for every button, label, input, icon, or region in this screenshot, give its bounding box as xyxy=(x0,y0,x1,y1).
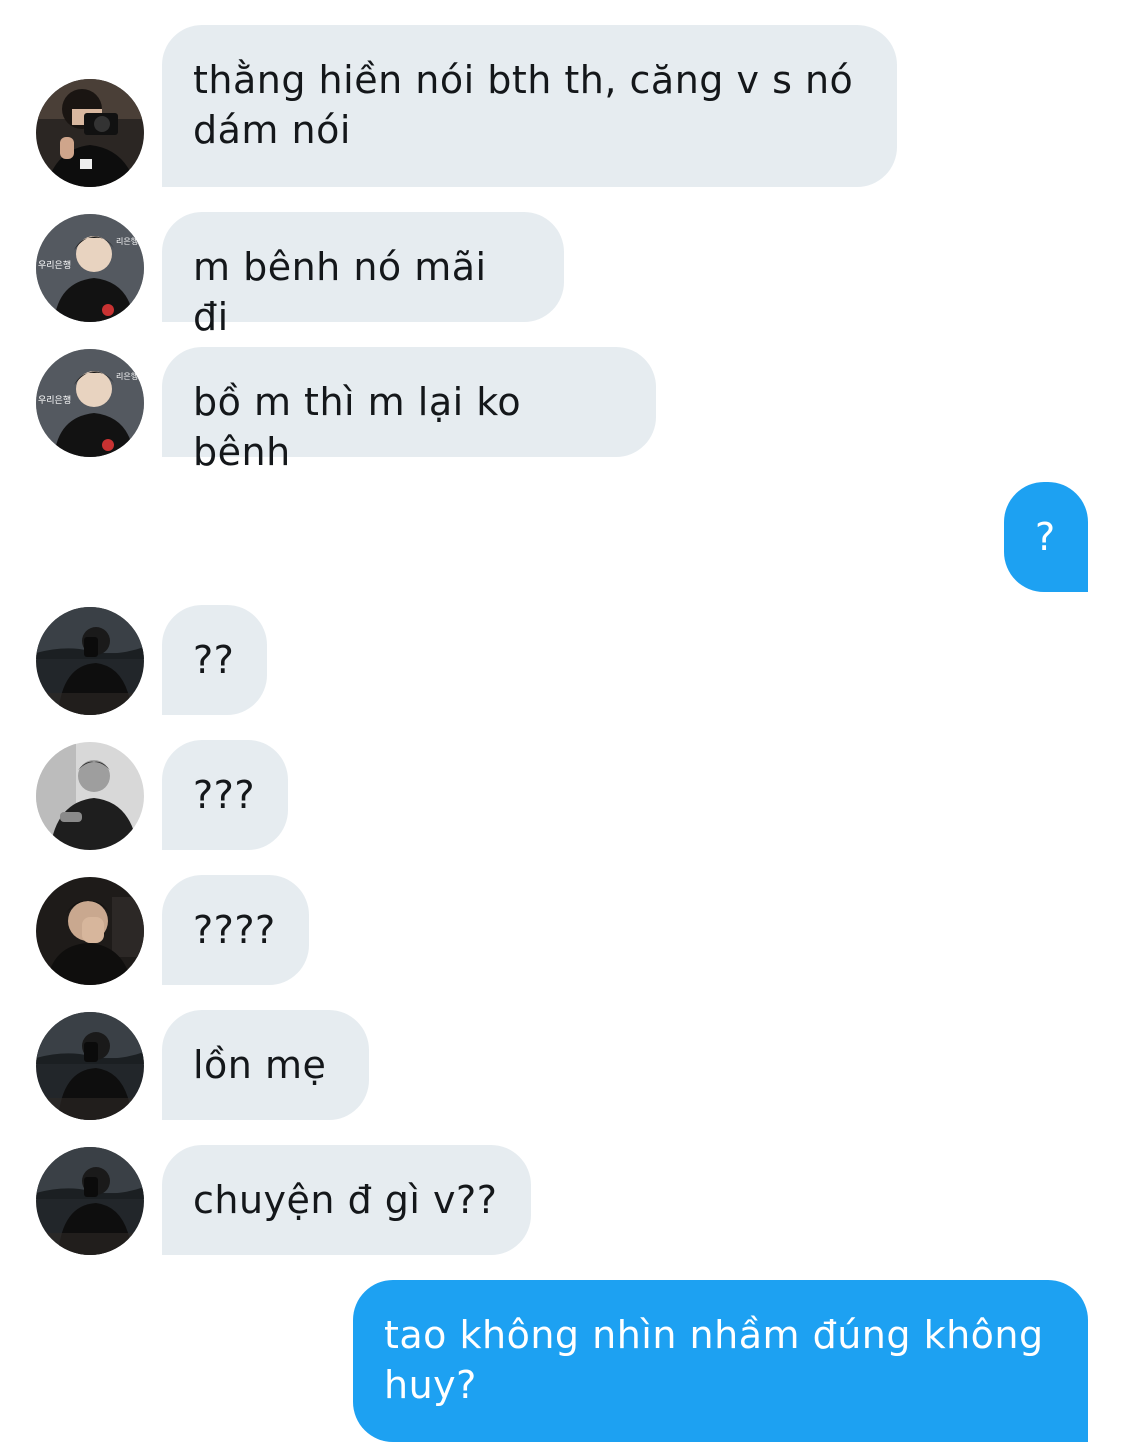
avatar-monochrome-portrait-icon[interactable] xyxy=(36,742,144,850)
svg-text:우리은행: 우리은행 xyxy=(38,259,71,271)
message-row-incoming: ??? xyxy=(0,740,1125,850)
message-bubble[interactable]: ??? xyxy=(162,740,288,850)
avatar-night-selfie-photo-icon[interactable] xyxy=(36,1012,144,1120)
message-row-incoming: 우리은행 리은행 bồ m thì m lại ko bênh xyxy=(0,347,1125,474)
avatar-press-backdrop-photo-icon[interactable]: 우리은행 리은행 xyxy=(36,349,144,457)
message-row-incoming: 우리은행 리은행 m bênh nó mãi đi xyxy=(0,212,1125,339)
message-thread: thằng hiền nói bth th, căng v s nó dám n… xyxy=(0,0,1125,1453)
message-bubble[interactable]: ???? xyxy=(162,875,309,985)
svg-text:리은행: 리은행 xyxy=(116,236,138,246)
avatar-night-selfie-photo-icon[interactable] xyxy=(36,1147,144,1255)
message-bubble[interactable]: thằng hiền nói bth th, căng v s nó dám n… xyxy=(162,25,897,187)
avatar-camera-photo-icon[interactable] xyxy=(36,79,144,187)
message-bubble[interactable]: tao không nhìn nhầm đúng không huy? xyxy=(353,1280,1088,1442)
message-row-incoming: thằng hiền nói bth th, căng v s nó dám n… xyxy=(0,25,1125,187)
message-bubble[interactable]: lồn mẹ xyxy=(162,1010,369,1120)
message-row-incoming: chuyện đ gì v?? xyxy=(0,1145,1125,1255)
svg-text:리은행: 리은행 xyxy=(116,371,138,381)
message-row-incoming: ???? xyxy=(0,875,1125,985)
avatar-hand-over-face-photo-icon[interactable] xyxy=(36,877,144,985)
svg-text:우리은행: 우리은행 xyxy=(38,394,71,406)
message-row-outgoing: ? xyxy=(0,482,1125,592)
message-bubble[interactable]: chuyện đ gì v?? xyxy=(162,1145,531,1255)
message-bubble[interactable]: bồ m thì m lại ko bênh xyxy=(162,347,656,474)
avatar-press-backdrop-photo-icon[interactable]: 우리은행 리은행 xyxy=(36,214,144,322)
message-row-outgoing: tao không nhìn nhầm đúng không huy? xyxy=(0,1280,1125,1442)
message-row-incoming: lồn mẹ xyxy=(0,1010,1125,1120)
message-bubble[interactable]: m bênh nó mãi đi xyxy=(162,212,564,339)
message-bubble[interactable]: ? xyxy=(1004,482,1088,592)
message-row-incoming: ?? xyxy=(0,605,1125,715)
avatar-night-selfie-photo-icon[interactable] xyxy=(36,607,144,715)
message-bubble[interactable]: ?? xyxy=(162,605,267,715)
